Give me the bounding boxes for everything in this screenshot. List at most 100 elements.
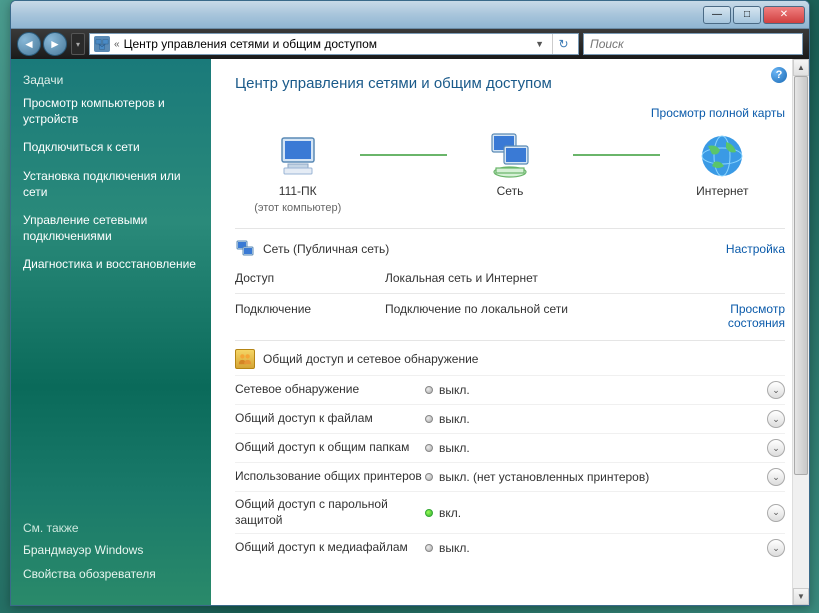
sharing-icon	[235, 349, 255, 369]
address-bar[interactable]: « Центр управления сетями и общим доступ…	[89, 33, 579, 55]
expand-button[interactable]: ⌄	[767, 539, 785, 557]
sidebar-link-firewall[interactable]: Брандмауэр Windows	[23, 543, 199, 557]
expand-button[interactable]: ⌄	[767, 504, 785, 522]
network-name-label: Сеть	[497, 184, 524, 198]
breadcrumb-overflow[interactable]: «	[114, 39, 120, 50]
maximize-button[interactable]: □	[733, 6, 761, 24]
setting-label: Сетевое обнаружение	[235, 382, 425, 398]
internet-sublabel	[721, 202, 724, 214]
status-text: выкл.	[439, 383, 470, 397]
network-device-icon	[486, 132, 534, 180]
view-full-map-link[interactable]: Просмотр полной карты	[651, 106, 785, 120]
sidebar-link-setup-connection[interactable]: Установка подключения или сети	[23, 168, 199, 200]
status-off-icon	[425, 473, 433, 481]
sidebar-spacer	[23, 285, 199, 522]
forward-button[interactable]: ►	[43, 32, 67, 56]
sharing-section: Общий доступ и сетевое обнаружение Сетев…	[235, 341, 785, 562]
nav-history-dropdown[interactable]: ▾	[71, 33, 85, 55]
address-text: Центр управления сетями и общим доступом	[124, 37, 528, 51]
sharing-rows: Сетевое обнаружениевыкл.⌄Общий доступ к …	[235, 375, 785, 562]
setting-status: выкл. (нет установленных принтеров)	[425, 470, 767, 484]
control-panel-window: — □ ✕ ◄ ► ▾ « Центр управления сетями и …	[10, 0, 810, 606]
network-section-header: Сеть (Публичная сеть) Настройка	[235, 239, 785, 259]
status-text: выкл.	[439, 441, 470, 455]
map-connection-line	[360, 154, 447, 156]
setting-row: Общий доступ к общим папкам выкл. ⌄	[235, 433, 785, 462]
page-title: Центр управления сетями и общим доступом	[235, 75, 785, 92]
status-off-icon	[425, 415, 433, 423]
network-sublabel	[508, 202, 511, 214]
main-panel: ? Центр управления сетями и общим доступ…	[211, 59, 809, 605]
globe-icon	[698, 132, 746, 180]
sidebar-link-internet-options[interactable]: Свойства обозревателя	[23, 567, 199, 581]
titlebar: — □ ✕	[11, 1, 809, 29]
expand-button[interactable]: ⌄	[767, 410, 785, 428]
refresh-button[interactable]: ↻	[552, 34, 574, 54]
network-section: Сеть (Публичная сеть) Настройка Доступ Л…	[235, 229, 785, 341]
map-connection-line-2	[573, 154, 660, 156]
separator	[235, 293, 785, 294]
internet-name-label: Интернет	[696, 184, 748, 198]
help-icon[interactable]: ?	[771, 67, 787, 83]
sharing-title: Общий доступ и сетевое обнаружение	[263, 352, 785, 366]
sidebar-link-connect[interactable]: Подключиться к сети	[23, 139, 199, 155]
status-text: вкл.	[439, 506, 461, 520]
setting-row: Общий доступ к медиафайламвыкл.⌄	[235, 533, 785, 562]
scroll-track[interactable]	[793, 76, 809, 588]
vertical-scrollbar[interactable]: ▲ ▼	[792, 59, 809, 605]
setting-status: вкл.	[425, 506, 767, 520]
map-node-network: Сеть	[447, 132, 572, 214]
setting-label: Использование общих принтеров	[235, 469, 425, 485]
network-center-icon	[94, 36, 110, 52]
back-button[interactable]: ◄	[17, 32, 41, 56]
sidebar-link-view-computers[interactable]: Просмотр компьютеров и устройств	[23, 95, 199, 127]
setting-status: выкл.	[425, 441, 767, 455]
setting-row: Сетевое обнаружение выкл. ⌄	[235, 375, 785, 404]
setting-label: Общий доступ к файлам	[235, 411, 425, 427]
address-dropdown[interactable]: ▼	[531, 39, 548, 49]
setting-status: выкл.	[425, 541, 767, 555]
minimize-button[interactable]: —	[703, 6, 731, 24]
pc-name-label: 111-ПК	[279, 184, 317, 198]
see-also-heading: См. также	[23, 521, 199, 535]
network-map: 111-ПК (этот компьютер) Сеть Интернет	[235, 126, 785, 229]
expand-button[interactable]: ⌄	[767, 439, 785, 457]
connection-action: Просмотр состояния	[685, 302, 785, 330]
close-button[interactable]: ✕	[763, 6, 805, 24]
view-status-link[interactable]: Просмотр состояния	[728, 302, 785, 330]
scroll-down-button[interactable]: ▼	[793, 588, 809, 605]
sidebar-link-manage-connections[interactable]: Управление сетевыми подключениями	[23, 212, 199, 244]
setting-row: Общий доступ к файлам выкл. ⌄	[235, 404, 785, 433]
map-node-this-pc: 111-ПК (этот компьютер)	[235, 132, 360, 214]
setting-label: Общий доступ к общим папкам	[235, 440, 425, 456]
setting-status: выкл.	[425, 383, 767, 397]
tasks-heading: Задачи	[23, 73, 199, 87]
setting-row: Общий доступ с парольной защитой вкл. ⌄	[235, 491, 785, 533]
scroll-thumb[interactable]	[794, 76, 808, 475]
tasks-sidebar: Задачи Просмотр компьютеров и устройств …	[11, 59, 211, 605]
search-input[interactable]	[590, 37, 796, 51]
map-node-internet: Интернет	[660, 132, 785, 214]
expand-button[interactable]: ⌄	[767, 381, 785, 399]
status-text: выкл.	[439, 541, 470, 555]
computer-icon	[274, 132, 322, 180]
window-controls: — □ ✕	[703, 6, 805, 24]
access-row: Доступ Локальная сеть и Интернет	[235, 265, 785, 291]
expand-button[interactable]: ⌄	[767, 468, 785, 486]
sidebar-link-diagnose[interactable]: Диагностика и восстановление	[23, 256, 199, 272]
status-on-icon	[425, 509, 433, 517]
connection-row: Подключение Подключение по локальной сет…	[235, 296, 785, 336]
scroll-up-button[interactable]: ▲	[793, 59, 809, 76]
setting-label: Общий доступ с парольной защитой	[235, 497, 425, 528]
sharing-header: Общий доступ и сетевое обнаружение	[235, 341, 785, 375]
access-value: Локальная сеть и Интернет	[385, 271, 685, 285]
status-text: выкл.	[439, 412, 470, 426]
navigation-bar: ◄ ► ▾ « Центр управления сетями и общим …	[11, 29, 809, 59]
network-section-title: Сеть (Публичная сеть)	[263, 242, 718, 256]
content-area: Задачи Просмотр компьютеров и устройств …	[11, 59, 809, 605]
customize-link[interactable]: Настройка	[726, 242, 785, 256]
search-box[interactable]	[583, 33, 803, 55]
main-content: Центр управления сетями и общим доступом…	[211, 59, 809, 578]
setting-status: выкл.	[425, 412, 767, 426]
status-off-icon	[425, 544, 433, 552]
